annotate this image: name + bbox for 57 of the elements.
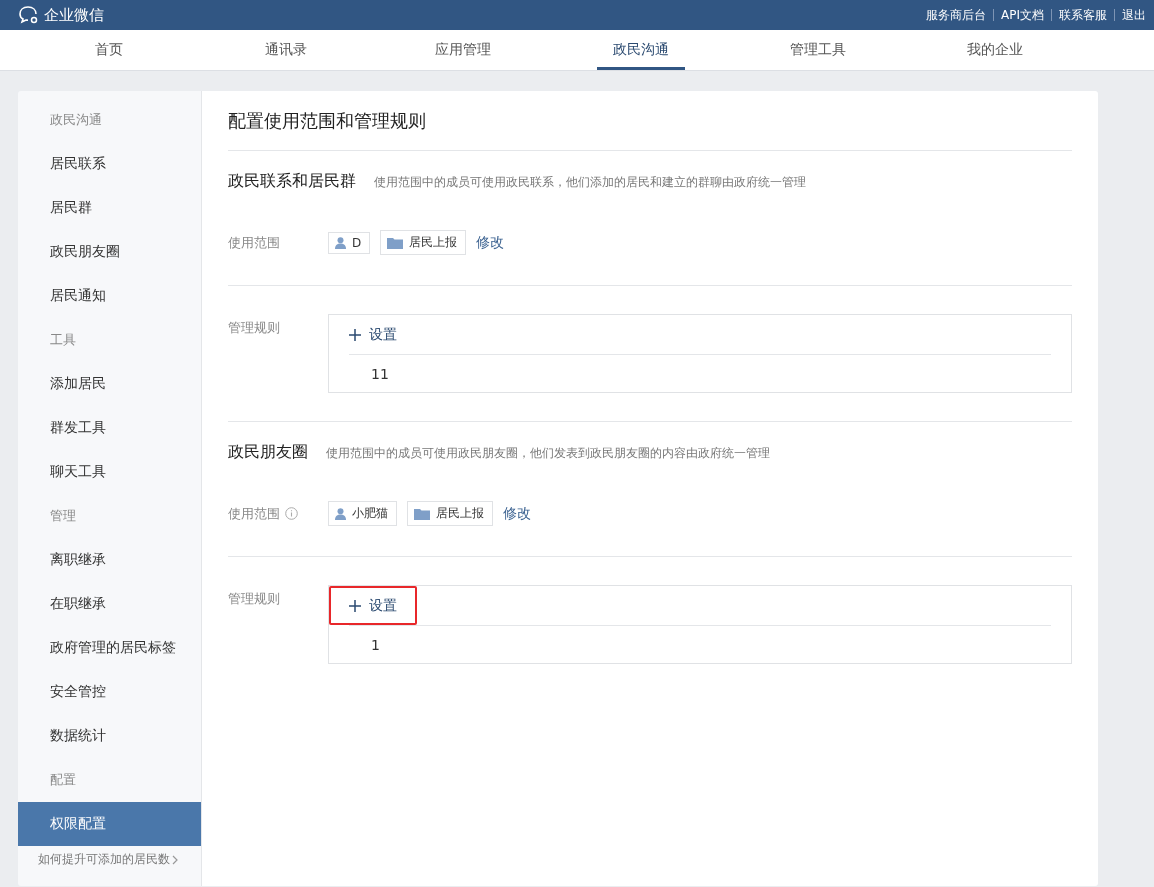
- nav-tab[interactable]: 我的企业: [951, 33, 1040, 70]
- chat-bubble-icon: [18, 5, 40, 25]
- add-rule-button[interactable]: 设置: [329, 586, 417, 625]
- department-tag: 居民上报: [407, 501, 493, 526]
- person-icon: [335, 507, 346, 520]
- sidebar-item[interactable]: 居民联系: [18, 142, 201, 186]
- person-icon: [335, 236, 346, 249]
- header-link[interactable]: 联系客服: [1059, 6, 1107, 24]
- field-label: 使用范围: [228, 504, 280, 523]
- sidebar-item[interactable]: 居民群: [18, 186, 201, 230]
- sidebar-item[interactable]: 在职继承: [18, 582, 201, 626]
- add-rule-button[interactable]: 设置: [329, 315, 417, 354]
- sidebar-item[interactable]: 安全管控: [18, 670, 201, 714]
- nav-tab[interactable]: 政民沟通: [596, 33, 685, 70]
- sidebar-item[interactable]: 离职继承: [18, 538, 201, 582]
- nav-tab[interactable]: 通讯录: [249, 33, 323, 70]
- rule-item: 1: [349, 625, 1051, 653]
- section-title: 政民联系和居民群: [228, 171, 356, 192]
- member-tag: 小肥猫: [328, 501, 397, 526]
- sidebar-item[interactable]: 居民通知: [18, 274, 201, 318]
- sidebar-heading: 政民沟通: [49, 111, 103, 129]
- help-link[interactable]: 如何提升可添加的居民数: [18, 851, 178, 886]
- sidebar-heading: 配置: [49, 771, 77, 789]
- edit-link[interactable]: 修改: [503, 504, 531, 523]
- header-link[interactable]: API文档: [1001, 6, 1044, 24]
- info-icon[interactable]: [285, 507, 298, 520]
- logo-text: 企业微信: [44, 5, 104, 25]
- plus-icon: [349, 329, 361, 341]
- field-label: 管理规则: [228, 319, 281, 337]
- folder-icon: [414, 507, 430, 520]
- section-title: 政民朋友圈: [228, 442, 308, 463]
- sidebar-item[interactable]: 聊天工具: [18, 450, 201, 494]
- field-label: 管理规则: [228, 590, 281, 608]
- sidebar-heading: 工具: [49, 331, 77, 349]
- header-link[interactable]: 退出: [1122, 6, 1146, 24]
- header-link[interactable]: 服务商后台: [926, 6, 986, 24]
- sidebar-item[interactable]: 政府管理的居民标签: [18, 626, 201, 670]
- nav-tab[interactable]: 首页: [78, 33, 139, 70]
- sidebar-item[interactable]: 群发工具: [18, 406, 201, 450]
- page-title: 配置使用范围和管理规则: [228, 91, 1072, 151]
- edit-link[interactable]: 修改: [476, 233, 505, 252]
- folder-icon: [387, 236, 404, 249]
- member-tag: D: [328, 231, 371, 254]
- chevron-right-icon: [172, 854, 178, 865]
- field-label: 使用范围: [228, 233, 280, 252]
- department-tag: 居民上报: [380, 230, 467, 255]
- sidebar-item[interactable]: 添加居民: [18, 362, 201, 406]
- nav-tab[interactable]: 应用管理: [419, 33, 508, 70]
- sidebar-item[interactable]: 权限配置: [18, 802, 201, 846]
- rule-item: 11: [349, 354, 1051, 382]
- section-description: 使用范围中的成员可使用政民朋友圈，他们发表到政民朋友圈的内容由政府统一管理: [326, 445, 770, 462]
- sidebar-item[interactable]: 政民朋友圈: [18, 230, 201, 274]
- plus-icon: [349, 600, 361, 612]
- sidebar-heading: 管理: [49, 507, 77, 525]
- nav-tab[interactable]: 管理工具: [773, 33, 862, 70]
- section-description: 使用范围中的成员可使用政民联系，他们添加的居民和建立的群聊由政府统一管理: [374, 174, 806, 191]
- sidebar-item[interactable]: 数据统计: [18, 714, 201, 758]
